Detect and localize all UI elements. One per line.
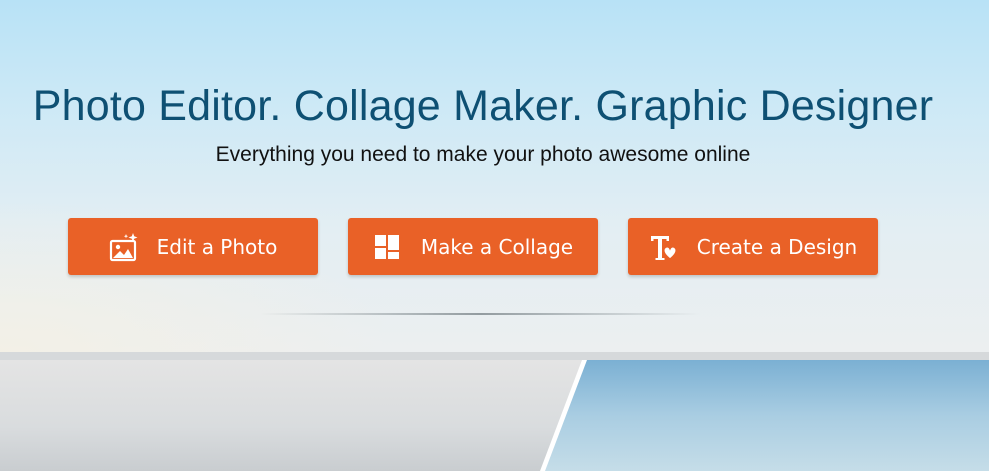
hero-section: Photo Editor. Collage Maker. Graphic Des… <box>0 0 989 352</box>
collage-grid-icon <box>373 232 403 262</box>
edit-photo-label: Edit a Photo <box>156 234 278 259</box>
sample-photo-strip <box>0 360 989 471</box>
create-design-button[interactable]: Create a Design <box>628 218 878 275</box>
edit-photo-icon <box>109 232 139 262</box>
separator-band <box>0 352 989 360</box>
page-subtitle: Everything you need to make your photo a… <box>215 143 751 166</box>
make-collage-button[interactable]: Make a Collage <box>348 218 598 275</box>
page-title: Photo Editor. Collage Maker. Graphic Des… <box>32 82 934 130</box>
edit-photo-button[interactable]: Edit a Photo <box>68 218 318 275</box>
make-collage-label: Make a Collage <box>420 234 574 259</box>
create-design-label: Create a Design <box>696 234 858 259</box>
section-divider <box>260 313 700 315</box>
design-text-heart-icon <box>649 232 679 262</box>
